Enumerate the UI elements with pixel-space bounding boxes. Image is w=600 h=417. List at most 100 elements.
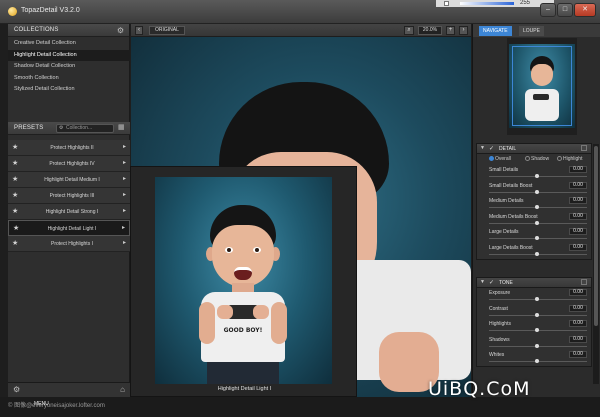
kid-eye <box>225 247 233 253</box>
zoom-in-button[interactable]: + <box>446 26 455 35</box>
navigator-thumbnail[interactable] <box>507 38 577 135</box>
preset-item-selected[interactable]: ★ Highlight Detail Light I ▸ <box>8 220 130 236</box>
tone-header[interactable]: ▼ ✓ TONE <box>477 278 591 288</box>
slider-value[interactable]: 0.00 <box>569 181 587 189</box>
slider-handle[interactable] <box>535 220 539 225</box>
dropdown-label: Collection... <box>66 125 93 131</box>
star-icon[interactable]: ★ <box>12 159 18 167</box>
chevron-down-icon[interactable]: ▼ <box>480 279 485 285</box>
maximize-button[interactable]: □ <box>557 3 573 17</box>
collections-list: Creative Detail Collection Highlight Det… <box>8 38 130 96</box>
chevron-left-icon[interactable]: ‹ <box>135 26 143 35</box>
star-icon[interactable]: ★ <box>12 207 18 215</box>
star-icon[interactable]: ★ <box>12 143 18 151</box>
star-icon[interactable]: ★ <box>12 191 18 199</box>
menu-button[interactable]: MENU <box>34 401 49 407</box>
slider-value[interactable]: 0.00 <box>569 166 587 173</box>
close-button[interactable]: ✕ <box>574 3 596 17</box>
preset-name: Protect Highlights IV <box>49 161 95 167</box>
slider-row: Medium Details Boost 0.00 <box>477 212 591 228</box>
slider-value[interactable]: 0.00 <box>569 289 587 296</box>
tab-navigate[interactable]: NAVIGATE <box>479 26 512 36</box>
preset-name: Protect Highlights I <box>51 241 93 247</box>
preset-item[interactable]: ★ Protect Highlights III ▸ <box>8 188 130 204</box>
magnifier-icon[interactable]: ⌕ <box>404 26 414 35</box>
star-icon[interactable]: ★ <box>12 175 18 183</box>
collection-item-selected[interactable]: Highlight Detail Collection <box>8 49 130 61</box>
chevron-right-icon[interactable]: ▸ <box>123 175 126 182</box>
chevron-right-icon[interactable]: ▸ <box>123 239 126 246</box>
slider-value[interactable]: 0.00 <box>569 228 587 236</box>
slider-label: Medium Details Boost <box>489 213 538 220</box>
check-icon[interactable]: ✓ <box>489 279 494 286</box>
slider-value[interactable]: 0.00 <box>569 243 587 251</box>
view-frame[interactable] <box>512 46 572 126</box>
chevron-right-icon[interactable]: ▸ <box>123 159 126 166</box>
collection-item[interactable]: Creative Detail Collection <box>8 38 130 50</box>
chevron-right-icon[interactable]: › <box>459 26 468 35</box>
slider-label: Shadows <box>489 336 510 343</box>
mode-shadow[interactable]: Shadow <box>525 156 549 162</box>
slider-handle[interactable] <box>535 297 539 301</box>
slider-value[interactable]: 0.00 <box>569 335 587 343</box>
slider-handle[interactable] <box>535 174 539 178</box>
mode-overall[interactable]: Overall <box>489 156 511 162</box>
preview-toolbar: ‹ ORIGINAL ⌕ 20.0% + › <box>131 24 471 37</box>
kid-eye <box>253 247 261 253</box>
preset-name: Protect Highlights III <box>49 193 95 199</box>
preset-item[interactable]: ★ Protect Highlights I ▸ <box>8 236 130 252</box>
credit-text: © 图像@everyoneisajoker.lofter.com <box>8 403 105 409</box>
slider-row: Contrast 0.00 <box>477 304 591 320</box>
options-icon[interactable] <box>581 279 587 285</box>
slider-handle[interactable] <box>535 251 539 256</box>
preset-name: Highlight Detail Light I <box>47 226 97 232</box>
kid-mouth <box>234 267 252 280</box>
slider-row: Shadows 0.00 <box>477 335 591 351</box>
presets-list: ★ Protect Highlights II ▸ ★ Protect High… <box>8 140 130 252</box>
topaz-logo-icon <box>8 7 17 16</box>
gear-icon[interactable]: ⚙ <box>116 26 125 35</box>
slider-handle[interactable] <box>535 312 539 317</box>
slider-value[interactable]: 0.00 <box>569 197 587 205</box>
tab-loupe[interactable]: LOUPE <box>519 26 544 36</box>
star-icon[interactable]: ★ <box>12 239 18 247</box>
detail-header[interactable]: ▼ ✓ DETAIL <box>477 144 591 154</box>
panel-scrollbar[interactable] <box>593 144 599 384</box>
original-button[interactable]: ORIGINAL <box>149 26 185 35</box>
slider-handle[interactable] <box>535 205 539 210</box>
slider-handle[interactable] <box>535 359 539 364</box>
chevron-right-icon[interactable]: ▸ <box>122 224 125 231</box>
chevron-right-icon[interactable]: ▸ <box>123 143 126 150</box>
collection-item[interactable]: Smooth Collection <box>8 73 130 85</box>
zoom-level[interactable]: 20.0% <box>418 26 442 35</box>
collection-dropdown[interactable]: ⚙ Collection... <box>56 124 114 133</box>
minimize-button[interactable]: – <box>540 3 556 17</box>
chevron-down-icon[interactable]: ▼ <box>480 145 485 151</box>
star-icon[interactable]: ★ <box>13 224 19 232</box>
slider-handle[interactable] <box>535 236 539 241</box>
slider-handle[interactable] <box>535 328 539 333</box>
options-icon[interactable] <box>581 145 587 151</box>
slider-handle[interactable] <box>535 189 539 194</box>
detail-mode-selector: Overall Shadow Highlight <box>477 154 591 165</box>
preset-item[interactable]: ★ Highlight Detail Strong I ▸ <box>8 204 130 220</box>
tone-panel: ▼ ✓ TONE Exposure 0.00 Contrast 0.00 Highl… <box>476 277 592 367</box>
check-icon[interactable]: ✓ <box>489 145 494 152</box>
scrollbar-thumb[interactable] <box>594 146 598 326</box>
chevron-right-icon[interactable]: ▸ <box>123 207 126 214</box>
slider-value[interactable]: 0.00 <box>569 304 587 312</box>
preset-item[interactable]: ★ Protect Highlights IV ▸ <box>8 156 130 172</box>
mode-highlight[interactable]: Highlight <box>557 156 582 162</box>
slider-value[interactable]: 0.00 <box>569 320 587 328</box>
preset-item[interactable]: ★ Protect Highlights II ▸ <box>8 140 130 156</box>
collection-item[interactable]: Stylized Detail Collection <box>8 84 130 96</box>
chevron-right-icon[interactable]: ▸ <box>123 191 126 198</box>
grid-icon[interactable]: ▦ <box>118 124 126 132</box>
slider-handle[interactable] <box>535 343 539 348</box>
preset-item[interactable]: ★ Highlight Detail Medium I ▸ <box>8 172 130 188</box>
slider-value[interactable]: 0.00 <box>569 351 587 359</box>
gear-icon[interactable]: ⚙ <box>13 385 20 394</box>
export-icon[interactable]: ⌂ <box>120 385 125 394</box>
slider-value[interactable]: 0.00 <box>569 212 587 220</box>
collection-item[interactable]: Shadow Detail Collection <box>8 61 130 73</box>
